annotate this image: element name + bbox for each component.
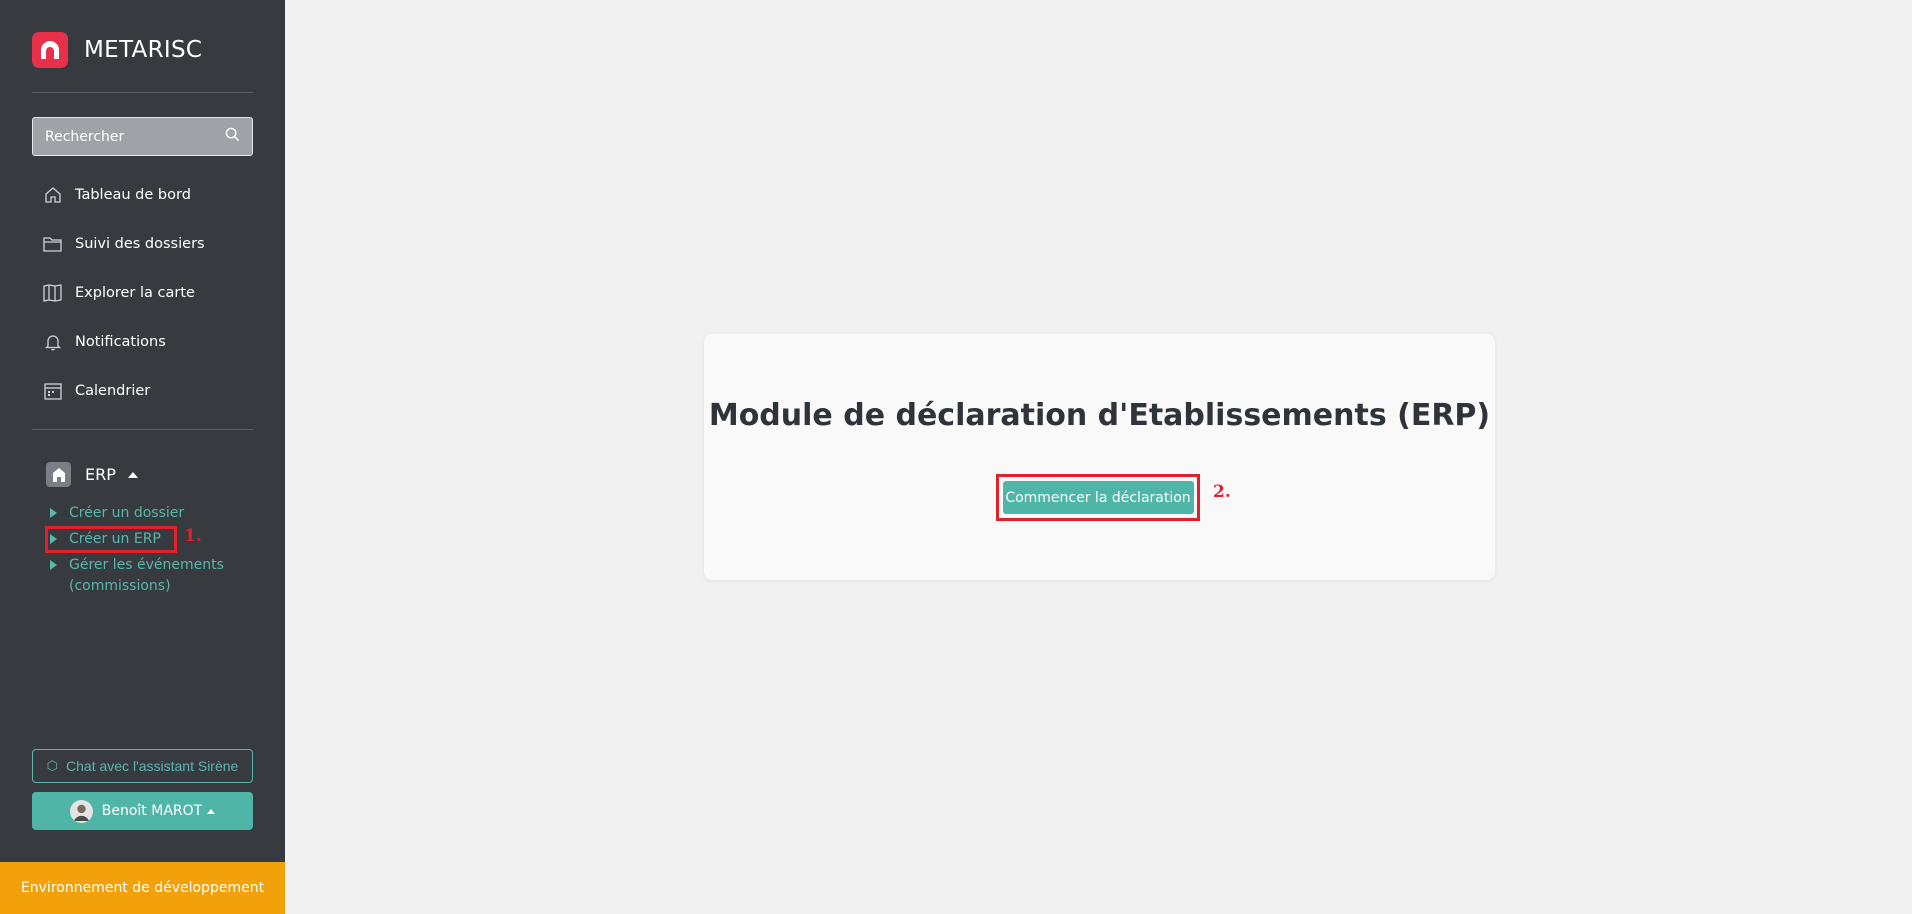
main-content: Module de déclaration d'Etablissements (…: [285, 0, 1912, 914]
caret-up-icon: [127, 471, 138, 478]
submenu-label: Créer un dossier: [69, 505, 185, 521]
triangle-right-icon: [50, 560, 57, 570]
annotation-highlight-1: [45, 526, 177, 553]
environment-banner: Environnement de développement: [0, 862, 285, 914]
annotation-step-1: 1.: [184, 526, 202, 546]
page-title: Module de déclaration d'Etablissements (…: [708, 398, 1491, 433]
nav-label: Calendrier: [75, 382, 151, 399]
sidebar-divider: [32, 429, 253, 430]
nav-item-suivi-des-dossiers[interactable]: Suivi des dossiers: [32, 219, 253, 268]
bell-icon: [42, 331, 63, 352]
annotation-step-2: 2.: [1213, 482, 1231, 502]
app: METARISC Tableau de bord: [0, 0, 1912, 914]
search-input[interactable]: [45, 128, 225, 145]
user-name: Benoît MAROT: [101, 803, 203, 819]
caret-up-icon: [207, 808, 216, 814]
submenu-creer-un-dossier[interactable]: Créer un dossier: [50, 503, 260, 524]
annotation-highlight-2: Commencer la déclaration: [996, 474, 1200, 521]
metarisc-logo-icon: [32, 32, 68, 68]
nav-item-calendrier[interactable]: Calendrier: [32, 366, 253, 415]
submenu-label: Gérer les événements (commissions): [69, 557, 224, 594]
folder-icon: [42, 233, 63, 254]
nav-item-notifications[interactable]: Notifications: [32, 317, 253, 366]
nav-item-tableau-de-bord[interactable]: Tableau de bord: [32, 170, 253, 219]
nav-label: Explorer la carte: [75, 284, 195, 301]
triangle-right-icon: [50, 508, 57, 518]
building-icon: [46, 462, 71, 487]
nav-label: Tableau de bord: [75, 186, 191, 203]
start-declaration-button[interactable]: Commencer la déclaration: [1002, 481, 1194, 514]
erp-section-label: ERP: [85, 465, 116, 484]
erp-section-toggle[interactable]: ERP: [46, 462, 138, 487]
search-icon[interactable]: [225, 127, 240, 146]
calendar-icon: [42, 380, 63, 401]
user-menu-button[interactable]: Benoît MAROT: [32, 792, 253, 830]
brand[interactable]: METARISC: [32, 32, 202, 68]
search-box[interactable]: [32, 117, 253, 156]
submenu-gerer-les-evenements[interactable]: Gérer les événements (commissions): [50, 555, 260, 597]
home-icon: [42, 184, 63, 205]
nav-label: Notifications: [75, 333, 166, 350]
nav-label: Suivi des dossiers: [75, 235, 205, 252]
sidebar-divider: [32, 92, 253, 93]
declaration-card: Module de déclaration d'Etablissements (…: [704, 334, 1495, 580]
sidebar: METARISC Tableau de bord: [0, 0, 285, 914]
hexagon-icon: ⬡: [46, 758, 59, 773]
map-icon: [42, 282, 63, 303]
brand-name: METARISC: [84, 37, 203, 63]
avatar: [69, 799, 93, 823]
chat-button-label: Chat avec l'assistant Sirène: [66, 758, 239, 774]
main-nav: Tableau de bord Suivi des dossiers Explo…: [32, 170, 253, 415]
environment-label: Environnement de développement: [20, 880, 265, 896]
chat-assistant-button[interactable]: ⬡ Chat avec l'assistant Sirène: [32, 749, 253, 783]
nav-item-explorer-la-carte[interactable]: Explorer la carte: [32, 268, 253, 317]
